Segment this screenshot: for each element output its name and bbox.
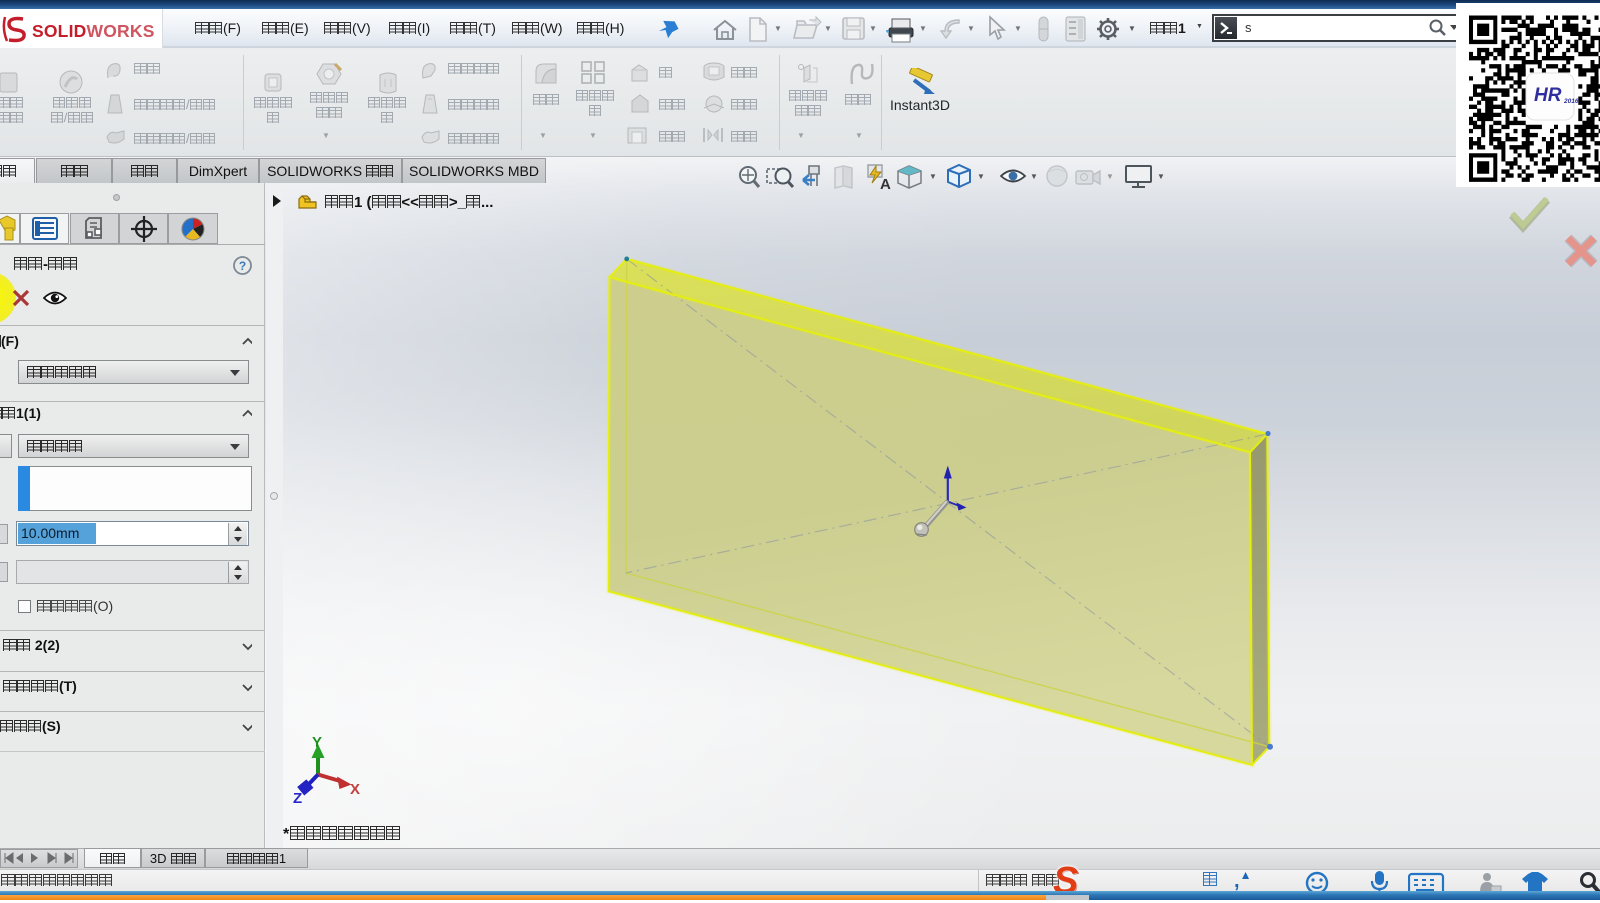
svg-text:2016: 2016 (1563, 98, 1579, 105)
svg-text:?: ? (239, 259, 246, 273)
svg-text:HR: HR (1534, 85, 1562, 106)
svg-text:Y: Y (312, 734, 322, 751)
svg-text:X: X (350, 781, 360, 798)
svg-text:A: A (880, 176, 891, 191)
svg-text:Z: Z (293, 790, 302, 807)
